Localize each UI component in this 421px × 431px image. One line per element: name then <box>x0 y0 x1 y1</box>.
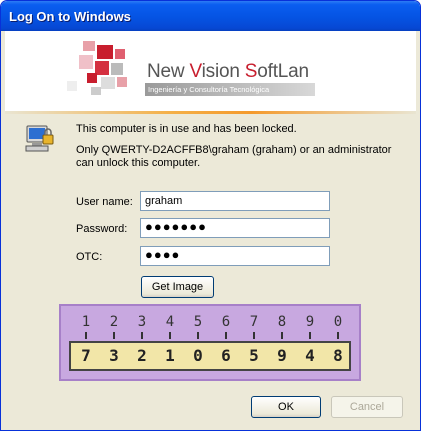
brand-name: New Vision SoftLan <box>147 61 309 82</box>
brand-subtitle: Ingeniería y Consultoría Tecnológica <box>145 83 315 96</box>
otc-digit-tick <box>253 332 255 339</box>
otc-digit-tick <box>113 332 115 339</box>
brand-banner: New Vision SoftLan Ingeniería y Consulto… <box>5 31 416 111</box>
brand-logo-icon <box>65 41 145 101</box>
username-label: User name: <box>76 196 133 208</box>
otc-top-digit: 2 <box>109 314 119 330</box>
username-field[interactable]: graham <box>140 191 330 211</box>
otc-top-digit: 0 <box>333 314 343 330</box>
otc-digit-tick <box>85 332 87 339</box>
otc-top-digit: 7 <box>249 314 259 330</box>
otc-top-digit: 4 <box>165 314 175 330</box>
otc-digit-tick <box>309 332 311 339</box>
otc-digit-tick <box>141 332 143 339</box>
otc-top-digit: 8 <box>277 314 287 330</box>
password-field[interactable]: ●●●●●●● <box>140 218 330 238</box>
locked-computer-icon <box>25 125 54 152</box>
otc-top-digit: 3 <box>137 314 147 330</box>
otc-code-digit: 7 <box>81 346 91 365</box>
get-image-button[interactable]: Get Image <box>141 276 214 298</box>
password-label: Password: <box>76 223 128 235</box>
otc-code-digit: 5 <box>249 346 259 365</box>
otc-digit-tick <box>197 332 199 339</box>
otc-code-digit: 6 <box>221 346 231 365</box>
logon-window: Log On to Windows New Vision SoftLan Ing… <box>0 0 421 431</box>
otc-top-digit: 6 <box>221 314 231 330</box>
ok-button[interactable]: OK <box>251 396 321 418</box>
otc-code-digit: 3 <box>109 346 119 365</box>
cancel-button: Cancel <box>331 396 403 418</box>
otc-label: OTC: <box>76 251 103 263</box>
otc-code-strip: 7321065948 <box>69 341 351 371</box>
otc-digit-tick <box>281 332 283 339</box>
otc-code-digit: 0 <box>193 346 203 365</box>
title-bar[interactable]: Log On to Windows <box>1 1 420 31</box>
otc-code-digit: 2 <box>137 346 147 365</box>
window-title: Log On to Windows <box>9 9 131 24</box>
otc-code-digit: 8 <box>333 346 343 365</box>
locked-message: This computer is in use and has been loc… <box>76 123 297 135</box>
otc-top-digit: 1 <box>81 314 91 330</box>
otc-digit-tick <box>169 332 171 339</box>
otc-field[interactable]: ●●●● <box>140 246 330 266</box>
unlock-info-message: Only QWERTY-D2ACFFB8\graham (graham) or … <box>76 144 392 169</box>
otc-grid-card: 7321065948 1234567890 <box>59 304 361 381</box>
otc-top-digit: 9 <box>305 314 315 330</box>
otc-digit-tick <box>337 332 339 339</box>
otc-top-digit: 5 <box>193 314 203 330</box>
otc-code-digit: 4 <box>305 346 315 365</box>
otc-code-digit: 1 <box>165 346 175 365</box>
otc-code-digit: 9 <box>277 346 287 365</box>
otc-digit-tick <box>225 332 227 339</box>
banner-divider <box>5 111 416 114</box>
